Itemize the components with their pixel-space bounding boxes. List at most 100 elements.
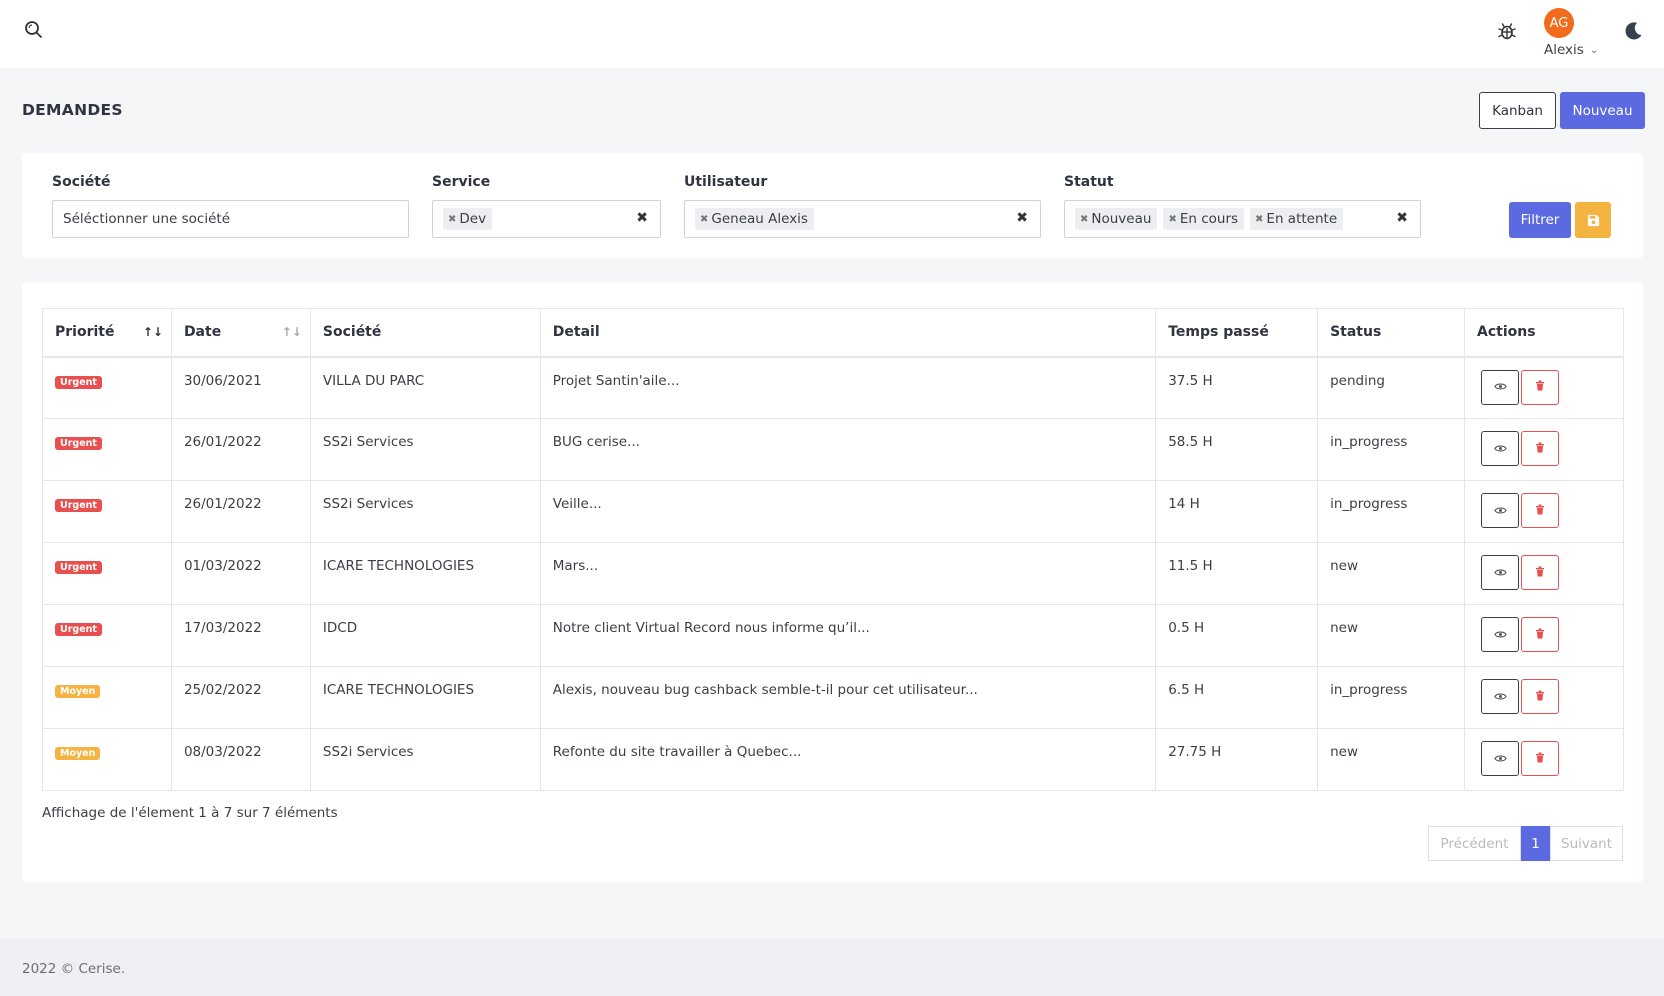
status-cell: in_progress <box>1317 418 1466 481</box>
remove-tag-icon[interactable]: ✖ <box>1255 214 1263 225</box>
priority-badge: Moyen <box>55 685 101 698</box>
search-icon[interactable] <box>24 20 44 40</box>
utilisateur-tag: ✖ Geneau Alexis <box>695 208 814 230</box>
footer: 2022 © Cerise. <box>0 939 1664 996</box>
time-cell: 0.5 H <box>1155 604 1319 667</box>
remove-tag-icon[interactable]: ✖ <box>1080 214 1088 225</box>
delete-button[interactable] <box>1521 679 1560 714</box>
status-cell: new <box>1317 604 1466 667</box>
priority-badge: Urgent <box>55 499 102 512</box>
service-tag: ✖ Dev <box>443 208 493 230</box>
trash-icon <box>1535 751 1545 767</box>
status-cell: pending <box>1317 356 1466 419</box>
detail-cell: Notre client Virtual Record nous informe… <box>539 604 1157 667</box>
time-cell: 14 H <box>1155 480 1319 543</box>
view-button[interactable] <box>1481 369 1520 405</box>
status-cell: in_progress <box>1317 480 1466 543</box>
page-title: DEMANDES <box>22 101 123 119</box>
detail-cell: Alexis, nouveau bug cashback semble-t-il… <box>539 666 1157 729</box>
status-cell: new <box>1317 728 1466 791</box>
actions-cell <box>1464 666 1624 729</box>
company-cell: SS2i Services <box>309 418 541 481</box>
save-filter-button[interactable] <box>1575 202 1611 238</box>
page-1-button[interactable]: 1 <box>1521 826 1550 861</box>
delete-button[interactable] <box>1521 431 1560 466</box>
moon-icon[interactable] <box>1622 20 1644 42</box>
col-priorite[interactable]: Priorité ↑↓ <box>42 308 172 358</box>
societe-select[interactable]: Séléctionner une société <box>52 200 409 238</box>
table-row: Moyen 25/02/2022 ICARE TECHNOLOGIES Alexis,… <box>42 666 1624 729</box>
view-button[interactable] <box>1481 493 1520 528</box>
chevron-down-icon: ⌄ <box>1589 44 1599 56</box>
bug-icon[interactable] <box>1496 20 1518 42</box>
priority-cell: Moyen <box>42 666 172 729</box>
trash-icon <box>1535 441 1545 457</box>
table-row: Urgent 26/01/2022 SS2i Services BUG cerise.… <box>42 418 1624 481</box>
service-select[interactable]: ✖ Dev ✖ <box>432 200 661 238</box>
view-button[interactable] <box>1481 741 1520 776</box>
priority-cell: Moyen <box>42 728 172 791</box>
priority-cell: Urgent <box>42 542 172 605</box>
trash-icon <box>1535 503 1545 519</box>
view-button[interactable] <box>1481 555 1520 590</box>
eye-icon <box>1493 689 1507 705</box>
user-menu[interactable]: Alexis ⌄ <box>1544 42 1598 58</box>
kanban-button[interactable]: Kanban <box>1479 92 1556 129</box>
utilisateur-select[interactable]: ✖ Geneau Alexis ✖ <box>684 200 1041 238</box>
actions-cell <box>1464 418 1624 481</box>
delete-button[interactable] <box>1521 493 1560 528</box>
footer-text: 2022 © Cerise. <box>22 961 126 977</box>
clear-service-icon[interactable]: ✖ <box>636 210 648 226</box>
date-cell: 01/03/2022 <box>170 542 311 605</box>
eye-icon <box>1493 565 1507 581</box>
pagination-info: Affichage de l'élement 1 à 7 sur 7 éléme… <box>42 805 338 821</box>
topbar: AG Alexis ⌄ <box>0 0 1664 68</box>
priority-badge: Urgent <box>55 437 102 450</box>
remove-tag-icon[interactable]: ✖ <box>448 214 456 225</box>
status-cell: new <box>1317 542 1466 605</box>
eye-icon <box>1493 441 1507 457</box>
delete-button[interactable] <box>1521 555 1560 590</box>
delete-button[interactable] <box>1521 741 1560 776</box>
sort-icon[interactable]: ↑↓ <box>282 325 302 339</box>
trash-icon <box>1535 627 1545 643</box>
company-cell: ICARE TECHNOLOGIES <box>309 666 541 729</box>
priority-badge: Urgent <box>55 375 102 389</box>
view-button[interactable] <box>1481 431 1520 466</box>
time-cell: 11.5 H <box>1155 542 1319 605</box>
clear-statut-icon[interactable]: ✖ <box>1396 210 1408 226</box>
prev-page-button[interactable]: Précédent <box>1428 826 1521 861</box>
view-button[interactable] <box>1481 679 1520 714</box>
col-date[interactable]: Date ↑↓ <box>170 308 311 358</box>
view-button[interactable] <box>1481 617 1520 652</box>
time-cell: 58.5 H <box>1155 418 1319 481</box>
delete-button[interactable] <box>1521 617 1560 652</box>
col-temps: Temps passé <box>1155 308 1319 358</box>
sort-icon[interactable]: ↑↓ <box>143 325 163 339</box>
priority-badge: Moyen <box>55 747 101 760</box>
clear-utilisateur-icon[interactable]: ✖ <box>1016 210 1028 226</box>
statut-tag-nouveau: ✖ Nouveau <box>1075 208 1158 230</box>
filter-button[interactable]: Filtrer <box>1509 202 1571 238</box>
priority-badge: Urgent <box>55 561 102 574</box>
avatar[interactable]: AG <box>1544 8 1574 38</box>
actions-cell <box>1464 728 1624 791</box>
eye-icon <box>1493 379 1507 395</box>
societe-placeholder: Séléctionner une société <box>63 211 230 227</box>
utilisateur-label: Utilisateur <box>684 174 768 190</box>
table-row: Urgent 26/01/2022 SS2i Services Veille... 14… <box>42 480 1624 543</box>
delete-button[interactable] <box>1521 369 1560 405</box>
priority-cell: Urgent <box>42 604 172 667</box>
next-page-button[interactable]: Suivant <box>1550 826 1623 861</box>
statut-select[interactable]: ✖ Nouveau ✖ En cours ✖ En attente ✖ <box>1064 200 1421 238</box>
date-cell: 30/06/2021 <box>170 356 311 419</box>
remove-tag-icon[interactable]: ✖ <box>700 214 708 225</box>
eye-icon <box>1493 627 1507 643</box>
save-icon <box>1587 214 1599 226</box>
remove-tag-icon[interactable]: ✖ <box>1168 214 1176 225</box>
detail-cell: Refonte du site travailler à Quebec... <box>539 728 1157 791</box>
status-cell: in_progress <box>1317 666 1466 729</box>
col-societe: Société <box>309 308 541 358</box>
new-request-button[interactable]: Nouveau <box>1560 92 1645 129</box>
date-cell: 26/01/2022 <box>170 480 311 543</box>
